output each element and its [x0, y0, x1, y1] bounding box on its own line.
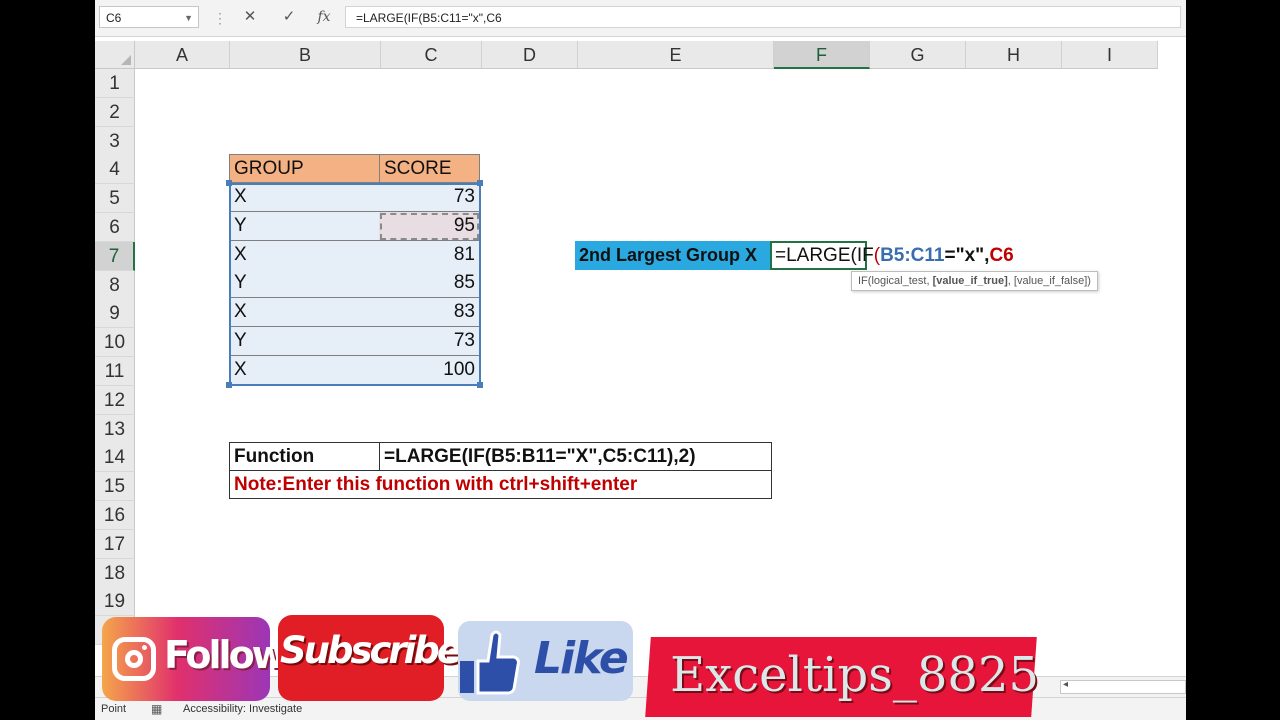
row-header[interactable]: 10	[95, 328, 135, 358]
row-header[interactable]: 7	[95, 241, 135, 271]
follow-text: Follow	[164, 633, 287, 677]
column-header-d[interactable]: D	[482, 41, 578, 69]
like-banner: Like	[458, 621, 633, 701]
row-header[interactable]: 14	[95, 443, 135, 473]
horizontal-scrollbar[interactable]: ◂	[1060, 679, 1186, 694]
score-cell[interactable]: 73	[379, 183, 480, 212]
score-cell[interactable]: 73	[379, 327, 480, 356]
group-cell[interactable]: X	[229, 298, 380, 328]
group-cell[interactable]: Y	[229, 269, 380, 299]
row-header[interactable]: 6	[95, 213, 135, 242]
thumbs-up-icon	[460, 630, 520, 695]
insert-function-icon[interactable]: fx	[312, 6, 336, 28]
tooltip-active-arg: [value_if_true]	[932, 275, 1008, 287]
column-header-a[interactable]: A	[135, 41, 230, 69]
range-handle[interactable]	[477, 180, 483, 186]
formula-bar: C6 ▼ ⋮ ✕ ✓ fx =LARGE(IF(B5:C11="x",C6	[95, 0, 1186, 37]
row-header[interactable]: 1	[95, 69, 135, 98]
range-handle[interactable]	[477, 382, 483, 388]
column-header-c[interactable]: C	[381, 41, 482, 69]
instagram-icon	[112, 637, 156, 681]
column-header-g[interactable]: G	[870, 41, 966, 69]
row-header[interactable]: 2	[95, 97, 135, 127]
scroll-left-icon[interactable]: ◂	[1063, 679, 1068, 690]
formula-range-ref: B5:C11	[880, 245, 945, 266]
column-header-f[interactable]: F	[774, 41, 870, 69]
formula-prefix: =LARGE(IF	[775, 245, 874, 266]
row-header[interactable]: 5	[95, 184, 135, 214]
subscribe-banner: Subscribe	[278, 615, 462, 701]
row-header[interactable]: 17	[95, 529, 135, 559]
score-cell[interactable]: 83	[379, 298, 480, 328]
cancel-icon[interactable]: ✕	[238, 6, 262, 28]
group-cell[interactable]: X	[229, 240, 380, 270]
column-header-i[interactable]: I	[1062, 41, 1158, 69]
status-mode: Point	[101, 703, 127, 715]
name-box-value: C6	[106, 11, 122, 25]
row-header[interactable]: 12	[95, 385, 135, 415]
score-cell[interactable]: 95	[379, 211, 480, 241]
label-2nd-largest[interactable]: 2nd Largest Group X	[575, 241, 770, 270]
row-header[interactable]: 3	[95, 126, 135, 156]
column-header-h[interactable]: H	[966, 41, 1062, 69]
macro-record-icon[interactable]: ▦	[151, 698, 162, 720]
group-cell[interactable]: Y	[229, 211, 380, 241]
row-header[interactable]: 16	[95, 501, 135, 530]
row-header[interactable]: 15	[95, 472, 135, 502]
function-label-cell[interactable]: Function	[229, 442, 380, 471]
accessibility-status[interactable]: Accessibility: Investigate	[183, 698, 302, 720]
score-cell[interactable]: 81	[379, 240, 480, 270]
formula-cell-ref: C6	[989, 245, 1014, 266]
row-header[interactable]: 18	[95, 558, 135, 588]
row-header[interactable]: 19	[95, 587, 135, 617]
score-cell[interactable]: 85	[379, 269, 480, 299]
row-header[interactable]: 13	[95, 414, 135, 444]
channel-banner: Exceltips_8825	[645, 637, 1040, 717]
in-cell-formula[interactable]: =LARGE(IF(B5:C11="x",C6	[775, 241, 1014, 270]
function-formula-cell[interactable]: =LARGE(IF(B5:B11="X",C5:C11),2)	[379, 442, 772, 471]
table-header-group[interactable]: GROUP	[229, 154, 380, 183]
enter-icon[interactable]: ✓	[277, 6, 301, 28]
tooltip-text-end: , [value_if_false])	[1007, 275, 1091, 287]
tooltip-text: IF(logical_test,	[858, 275, 933, 287]
subscribe-text: Subscribe	[280, 629, 462, 672]
formula-input[interactable]: =LARGE(IF(B5:C11="x",C6	[345, 6, 1181, 28]
score-cell[interactable]: 100	[379, 355, 480, 385]
chevron-down-icon[interactable]: ▼	[184, 7, 193, 29]
select-all-corner[interactable]	[95, 41, 135, 69]
row-header[interactable]: 11	[95, 357, 135, 386]
name-box[interactable]: C6 ▼	[99, 6, 199, 28]
range-handle[interactable]	[226, 382, 232, 388]
row-header[interactable]: 4	[95, 155, 135, 185]
range-handle[interactable]	[226, 180, 232, 186]
function-tooltip[interactable]: IF(logical_test, [value_if_true], [value…	[851, 271, 1098, 291]
excel-window: C6 ▼ ⋮ ✕ ✓ fx =LARGE(IF(B5:C11="x",C6 AB…	[95, 0, 1186, 720]
group-cell[interactable]: X	[229, 183, 380, 212]
follow-banner: Follow	[102, 617, 287, 701]
like-text: Like	[534, 633, 629, 684]
group-cell[interactable]: Y	[229, 327, 380, 356]
channel-name: Exceltips_8825	[670, 647, 1040, 703]
column-header-e[interactable]: E	[578, 41, 774, 69]
note-cell[interactable]: Note:Enter this function with ctrl+shift…	[229, 470, 772, 499]
table-header-score[interactable]: SCORE	[379, 154, 480, 183]
drag-handle-icon[interactable]: ⋮	[213, 9, 227, 27]
group-cell[interactable]: X	[229, 355, 380, 385]
column-header-b[interactable]: B	[230, 41, 381, 69]
row-header[interactable]: 9	[95, 299, 135, 329]
formula-criteria: ="x",	[944, 245, 990, 266]
row-header[interactable]: 8	[95, 270, 135, 300]
